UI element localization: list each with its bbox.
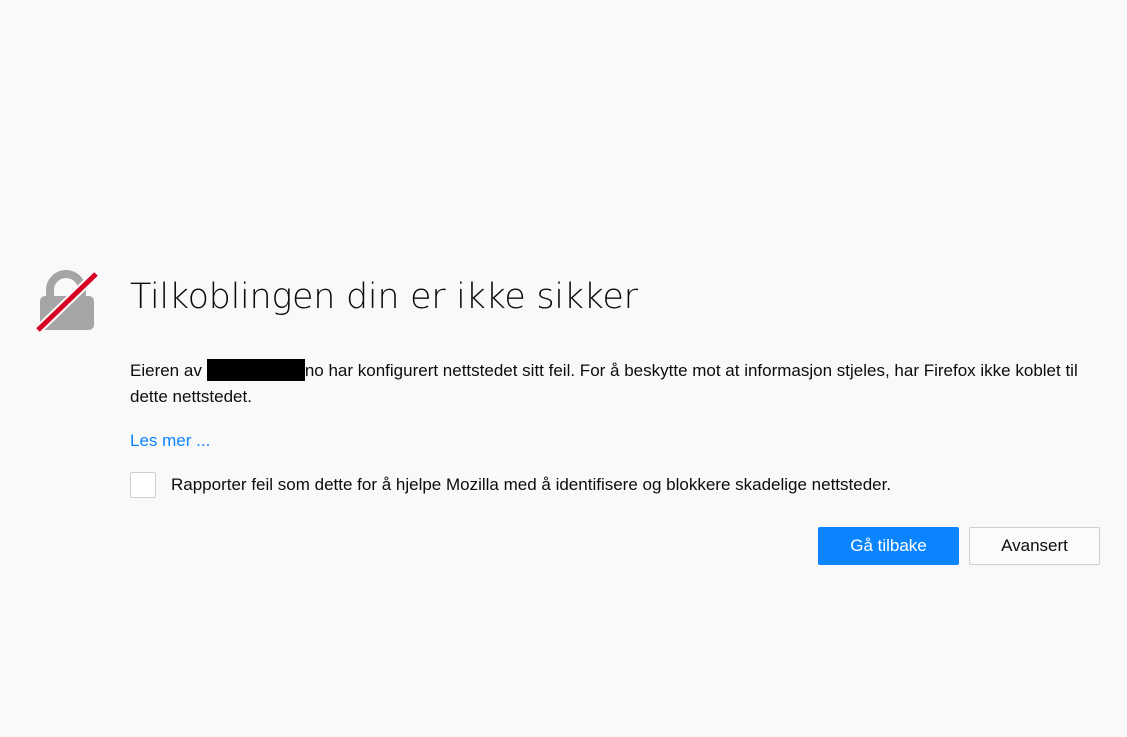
page-title: Tilkoblingen din er ikke sikker bbox=[130, 277, 638, 317]
report-errors-row[interactable]: Rapporter feil som dette for å hjelpe Mo… bbox=[130, 472, 891, 498]
error-page: Tilkoblingen din er ikke sikker Eieren a… bbox=[0, 0, 1127, 737]
error-description: Eieren av no har konfigurert nettstedet s… bbox=[130, 358, 1100, 410]
broken-lock-icon bbox=[34, 270, 100, 334]
report-errors-checkbox[interactable] bbox=[130, 472, 156, 498]
learn-more-link[interactable]: Les mer ... bbox=[130, 428, 210, 454]
redacted-domain bbox=[206, 359, 305, 381]
go-back-button[interactable]: Gå tilbake bbox=[818, 527, 959, 565]
report-errors-label[interactable]: Rapporter feil som dette for å hjelpe Mo… bbox=[171, 472, 891, 498]
description-prefix: Eieren av bbox=[130, 361, 202, 380]
advanced-button[interactable]: Avansert bbox=[969, 527, 1100, 565]
